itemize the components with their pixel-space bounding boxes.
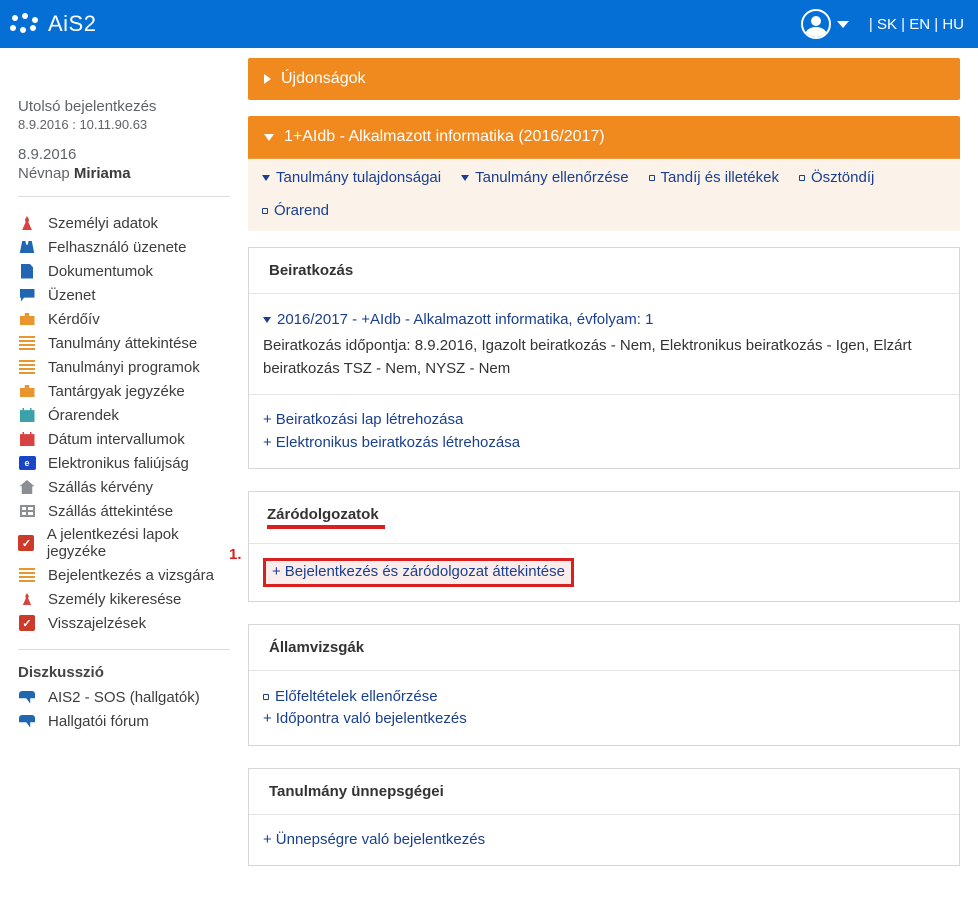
study-band: 1+AIdb - Alkalmazott informatika (2016/2… bbox=[248, 116, 960, 231]
study-toggle[interactable]: 1+AIdb - Alkalmazott informatika (2016/2… bbox=[248, 116, 960, 159]
menu-subjects[interactable]: Tantárgyak jegyzéke bbox=[18, 379, 230, 403]
calendar-icon bbox=[18, 406, 36, 424]
menu-board[interactable]: e Elektronikus faliújság bbox=[18, 451, 230, 475]
brand-name: AiS2 bbox=[48, 11, 96, 37]
lang-hu[interactable]: HU bbox=[942, 16, 964, 33]
bullet-icon bbox=[799, 175, 805, 181]
grid-icon bbox=[18, 502, 36, 520]
enroll-detail: Beiratkozás időpontja: 8.9.2016, Igazolt… bbox=[263, 335, 945, 380]
study-link-timetable[interactable]: Órarend bbox=[262, 202, 329, 219]
today-date: 8.9.2016 bbox=[18, 146, 230, 163]
menu-user-message[interactable]: Felhasználó üzenete bbox=[18, 235, 230, 259]
study-submenu: Tanulmány tulajdonságai Tanulmány ellenő… bbox=[248, 159, 960, 231]
exams-card: Államvizsgák Előfeltételek ellenőrzése +… bbox=[248, 624, 960, 746]
user-menu[interactable] bbox=[801, 9, 849, 39]
triangle-right-icon bbox=[264, 74, 271, 84]
triangle-down-icon bbox=[262, 175, 270, 181]
users-icon bbox=[18, 238, 36, 256]
study-link-control[interactable]: Tanulmány ellenőrzése bbox=[461, 169, 628, 186]
menu-feedback[interactable]: ✓ Visszajelzések bbox=[18, 611, 230, 635]
exams-action-prereq[interactable]: Előfeltételek ellenőrzése bbox=[263, 686, 438, 709]
calendar-icon bbox=[18, 430, 36, 448]
events-action-register[interactable]: +Ünnepségre való bejelentkezés bbox=[263, 829, 945, 852]
menu-person-search[interactable]: Személy kikeresése bbox=[18, 587, 230, 611]
triangle-down-icon bbox=[461, 175, 469, 181]
person-icon bbox=[18, 214, 36, 232]
menu-personal-data[interactable]: Személyi adatok bbox=[18, 211, 230, 235]
menu-exam-signup[interactable]: Bejelentkezés a vizsgára bbox=[18, 563, 230, 587]
news-band: Újdonságok bbox=[248, 58, 960, 100]
menu-timetable[interactable]: Órarendek bbox=[18, 403, 230, 427]
menu-accommodation-overview[interactable]: Szállás áttekintése bbox=[18, 499, 230, 523]
menu-study-overview[interactable]: Tanulmány áttekintése bbox=[18, 331, 230, 355]
top-bar: AiS2 | SK | EN | HU bbox=[0, 0, 978, 48]
study-link-properties[interactable]: Tanulmány tulajdonságai bbox=[262, 169, 441, 186]
news-toggle[interactable]: Újdonságok bbox=[248, 58, 960, 100]
annotation-1: 1. bbox=[229, 544, 242, 567]
menu-message[interactable]: Üzenet bbox=[18, 283, 230, 307]
thesis-card-title: Záródolgozatok bbox=[249, 492, 959, 544]
enroll-card: Beiratkozás 2016/2017 - +AIdb - Alkalmaz… bbox=[248, 247, 960, 469]
last-login-label: Utolsó bejelentkezés bbox=[18, 98, 230, 115]
discussion-title: Diszkusszió bbox=[18, 664, 230, 681]
exams-action-register[interactable]: +Időpontra való bejelentkezés bbox=[263, 708, 945, 731]
bullet-icon bbox=[649, 175, 655, 181]
main-menu: Személyi adatok Felhasználó üzenete Doku… bbox=[18, 211, 230, 635]
forum-icon bbox=[18, 688, 36, 706]
check-icon: ✓ bbox=[18, 534, 35, 552]
language-switcher: | SK | EN | HU bbox=[869, 16, 964, 33]
briefcase-icon bbox=[18, 382, 36, 400]
menu-sos[interactable]: AIS2 - SOS (hallgatók) bbox=[18, 685, 230, 709]
exams-card-title: Államvizsgák bbox=[249, 625, 959, 671]
enroll-card-title: Beiratkozás bbox=[249, 248, 959, 294]
list-icon bbox=[18, 566, 36, 584]
list-icon bbox=[18, 358, 36, 376]
plus-icon: + bbox=[263, 831, 272, 848]
document-icon bbox=[18, 262, 36, 280]
search-person-icon bbox=[18, 590, 36, 608]
menu-study-programs[interactable]: Tanulmányi programok bbox=[18, 355, 230, 379]
menu-documents[interactable]: Dokumentumok bbox=[18, 259, 230, 283]
triangle-down-icon bbox=[264, 134, 274, 141]
bullet-icon bbox=[263, 694, 269, 700]
plus-icon: + bbox=[263, 411, 272, 428]
forum-icon bbox=[18, 712, 36, 730]
events-card-title: Tanulmány ünnepsgégei bbox=[249, 769, 959, 815]
enroll-action-create-sheet[interactable]: +Beiratkozási lap létrehozása bbox=[263, 409, 945, 432]
briefcase-icon bbox=[18, 310, 36, 328]
bullet-icon bbox=[262, 208, 268, 214]
last-login-value: 8.9.2016 : 10.11.90.63 bbox=[18, 117, 230, 132]
thesis-action-review[interactable]: +Bejelentkezés és záródolgozat áttekinté… bbox=[263, 558, 574, 587]
discussion-menu: AIS2 - SOS (hallgatók) Hallgatói fórum bbox=[18, 685, 230, 733]
thesis-card: Záródolgozatok 1. +Bejelentkezés és záró… bbox=[248, 491, 960, 602]
menu-questionnaire[interactable]: Kérdőív bbox=[18, 307, 230, 331]
enroll-year-dropdown[interactable]: 2016/2017 - +AIdb - Alkalmazott informat… bbox=[263, 309, 653, 332]
study-link-scholarship[interactable]: Ösztöndíj bbox=[799, 169, 874, 186]
study-link-fees[interactable]: Tandíj és illetékek bbox=[649, 169, 779, 186]
sidebar: Utolsó bejelentkezés 8.9.2016 : 10.11.90… bbox=[0, 48, 248, 753]
list-icon bbox=[18, 334, 36, 352]
events-card: Tanulmány ünnepsgégei +Ünnepségre való b… bbox=[248, 768, 960, 867]
chevron-down-icon bbox=[837, 21, 849, 28]
triangle-down-icon bbox=[263, 317, 271, 323]
main-content: Újdonságok 1+AIdb - Alkalmazott informat… bbox=[248, 48, 978, 918]
badge-icon: e bbox=[18, 454, 36, 472]
nameday: Névnap Miriama bbox=[18, 165, 230, 182]
menu-date-intervals[interactable]: Dátum intervallumok bbox=[18, 427, 230, 451]
menu-student-forum[interactable]: Hallgatói fórum bbox=[18, 709, 230, 733]
plus-icon: + bbox=[263, 434, 272, 451]
brand[interactable]: AiS2 bbox=[10, 11, 96, 37]
avatar-icon bbox=[801, 9, 831, 39]
plus-icon: + bbox=[272, 563, 281, 580]
enroll-action-create-electronic[interactable]: +Elektronikus beiratkozás létrehozása bbox=[263, 432, 945, 455]
brand-logo-icon bbox=[10, 13, 38, 35]
chat-icon bbox=[18, 286, 36, 304]
plus-icon: + bbox=[263, 710, 272, 727]
check-icon: ✓ bbox=[18, 614, 36, 632]
menu-accommodation-request[interactable]: Szállás kérvény bbox=[18, 475, 230, 499]
lang-en[interactable]: EN bbox=[909, 16, 930, 33]
lang-sk[interactable]: SK bbox=[877, 16, 897, 33]
menu-application-forms[interactable]: ✓ A jelentkezési lapok jegyzéke bbox=[18, 523, 230, 563]
house-icon bbox=[18, 478, 36, 496]
